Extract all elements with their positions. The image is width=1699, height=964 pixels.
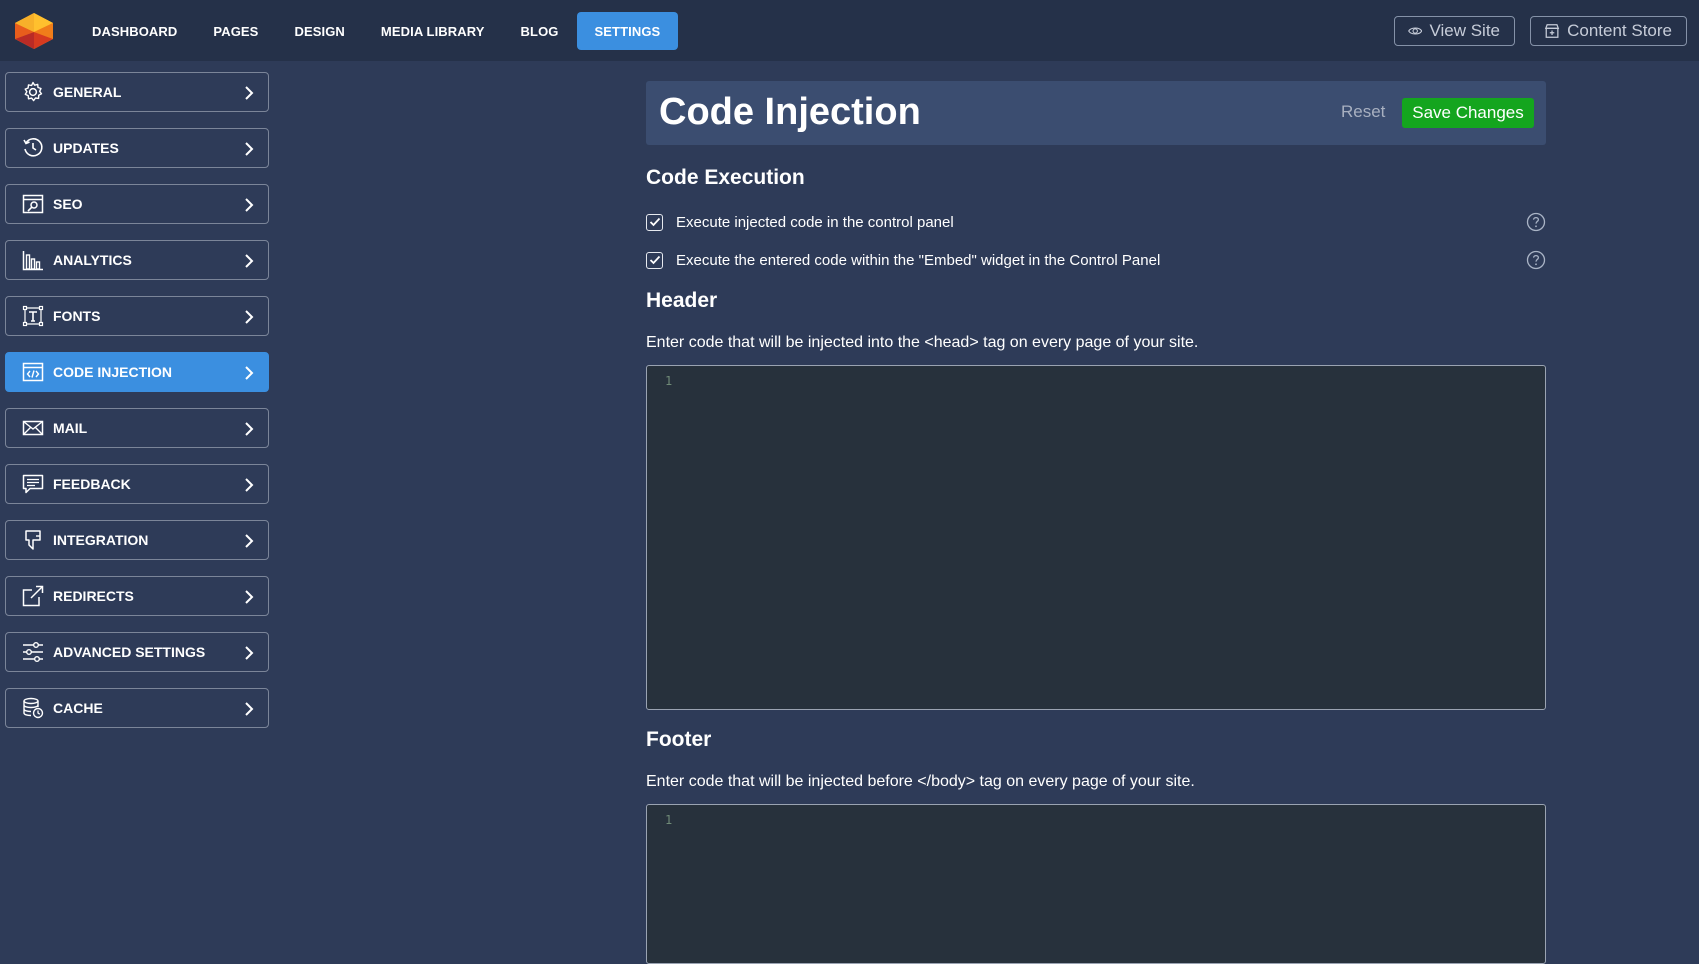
feedback-icon bbox=[21, 472, 45, 496]
mail-icon bbox=[21, 416, 45, 440]
chevron-right-icon bbox=[245, 86, 254, 100]
view-site-label: View Site bbox=[1429, 21, 1500, 40]
chevron-right-icon bbox=[245, 646, 254, 660]
sidebar-item-label: INTEGRATION bbox=[53, 532, 149, 548]
sliders-icon bbox=[21, 640, 45, 664]
font-icon bbox=[21, 304, 45, 328]
redirect-icon bbox=[21, 584, 45, 608]
chevron-right-icon bbox=[245, 422, 254, 436]
sidebar-item-code-injection[interactable]: CODE INJECTION bbox=[5, 352, 269, 392]
integration-icon bbox=[21, 528, 45, 552]
nav-design[interactable]: DESIGN bbox=[276, 12, 362, 50]
sidebar-item-mail[interactable]: MAIL bbox=[5, 408, 269, 448]
seo-icon bbox=[21, 192, 45, 216]
nav-blog[interactable]: BLOG bbox=[503, 12, 577, 50]
chevron-right-icon bbox=[245, 198, 254, 212]
chevron-right-icon bbox=[245, 590, 254, 604]
settings-sidebar: GENERAL UPDATES SEO ANALYTICS FONTS CODE… bbox=[5, 72, 269, 744]
page-title: Code Injection bbox=[659, 91, 921, 133]
bar-chart-icon bbox=[21, 248, 45, 272]
eye-icon bbox=[1408, 27, 1423, 35]
checkmark-icon bbox=[649, 255, 660, 265]
main-nav: DASHBOARD PAGES DESIGN MEDIA LIBRARY BLO… bbox=[74, 12, 679, 50]
gear-icon bbox=[21, 80, 45, 104]
content-store-button[interactable]: Content Store bbox=[1530, 16, 1687, 46]
sidebar-item-label: FEEDBACK bbox=[53, 476, 131, 492]
header-code-editor[interactable]: 1 bbox=[646, 365, 1546, 710]
content-store-label: Content Store bbox=[1567, 21, 1672, 40]
execute-embed-widget-checkbox[interactable] bbox=[646, 251, 663, 269]
sidebar-item-label: ANALYTICS bbox=[53, 252, 132, 268]
line-number: 1 bbox=[665, 813, 673, 827]
footer-description: Enter code that will be injected before … bbox=[646, 773, 1195, 790]
chevron-right-icon bbox=[245, 702, 254, 716]
history-icon bbox=[21, 136, 45, 160]
footer-code-editor[interactable]: 1 bbox=[646, 804, 1546, 964]
sidebar-item-label: CODE INJECTION bbox=[53, 364, 173, 380]
code-icon bbox=[21, 360, 45, 384]
sidebar-item-fonts[interactable]: FONTS bbox=[5, 296, 269, 336]
sidebar-item-label: GENERAL bbox=[53, 84, 122, 100]
sidebar-item-label: ADVANCED SETTINGS bbox=[53, 644, 206, 660]
sidebar-item-label: MAIL bbox=[53, 420, 88, 436]
logo[interactable] bbox=[13, 11, 55, 51]
header-description: Enter code that will be injected into th… bbox=[646, 334, 1199, 351]
sidebar-item-advanced-settings[interactable]: ADVANCED SETTINGS bbox=[5, 632, 269, 672]
reset-button[interactable]: Reset bbox=[1341, 102, 1385, 122]
option-label: Execute injected code in the control pan… bbox=[676, 213, 954, 231]
store-icon bbox=[1544, 24, 1560, 38]
sidebar-item-label: UPDATES bbox=[53, 140, 119, 156]
sidebar-item-redirects[interactable]: REDIRECTS bbox=[5, 576, 269, 616]
view-site-button[interactable]: View Site bbox=[1394, 16, 1515, 46]
logo-icon bbox=[15, 13, 53, 49]
footer-section-heading: Footer bbox=[646, 728, 712, 751]
nav-dashboard[interactable]: DASHBOARD bbox=[74, 12, 195, 50]
cache-icon bbox=[21, 696, 45, 720]
nav-settings[interactable]: SETTINGS bbox=[576, 12, 679, 50]
page-header: Code Injection Reset Save Changes bbox=[646, 81, 1546, 145]
sidebar-item-feedback[interactable]: FEEDBACK bbox=[5, 464, 269, 504]
option-label: Execute the entered code within the "Emb… bbox=[676, 251, 1161, 269]
option-execute-embed-widget: Execute the entered code within the "Emb… bbox=[646, 249, 1546, 271]
sidebar-item-general[interactable]: GENERAL bbox=[5, 72, 269, 112]
sidebar-item-label: FONTS bbox=[53, 308, 101, 324]
nav-pages[interactable]: PAGES bbox=[195, 12, 276, 50]
sidebar-item-label: CACHE bbox=[53, 700, 103, 716]
top-bar: DASHBOARD PAGES DESIGN MEDIA LIBRARY BLO… bbox=[0, 0, 1699, 61]
help-icon[interactable] bbox=[1526, 250, 1546, 270]
chevron-right-icon bbox=[245, 478, 254, 492]
option-execute-control-panel: Execute injected code in the control pan… bbox=[646, 211, 1546, 233]
chevron-right-icon bbox=[245, 534, 254, 548]
sidebar-item-analytics[interactable]: ANALYTICS bbox=[5, 240, 269, 280]
execute-control-panel-checkbox[interactable] bbox=[646, 213, 663, 231]
nav-media-library[interactable]: MEDIA LIBRARY bbox=[363, 12, 503, 50]
sidebar-item-seo[interactable]: SEO bbox=[5, 184, 269, 224]
chevron-right-icon bbox=[245, 310, 254, 324]
sidebar-item-integration[interactable]: INTEGRATION bbox=[5, 520, 269, 560]
chevron-right-icon bbox=[245, 254, 254, 268]
checkmark-icon bbox=[649, 217, 660, 227]
help-icon[interactable] bbox=[1526, 212, 1546, 232]
code-execution-heading: Code Execution bbox=[646, 166, 805, 189]
save-button[interactable]: Save Changes bbox=[1402, 98, 1534, 128]
settings-content: Code Injection Reset Save Changes Code E… bbox=[646, 81, 1546, 964]
header-section-heading: Header bbox=[646, 289, 718, 312]
sidebar-item-cache[interactable]: CACHE bbox=[5, 688, 269, 728]
sidebar-item-updates[interactable]: UPDATES bbox=[5, 128, 269, 168]
sidebar-item-label: REDIRECTS bbox=[53, 588, 134, 604]
chevron-right-icon bbox=[245, 142, 254, 156]
line-number: 1 bbox=[665, 374, 673, 388]
chevron-right-icon bbox=[245, 366, 254, 380]
sidebar-item-label: SEO bbox=[53, 196, 83, 212]
